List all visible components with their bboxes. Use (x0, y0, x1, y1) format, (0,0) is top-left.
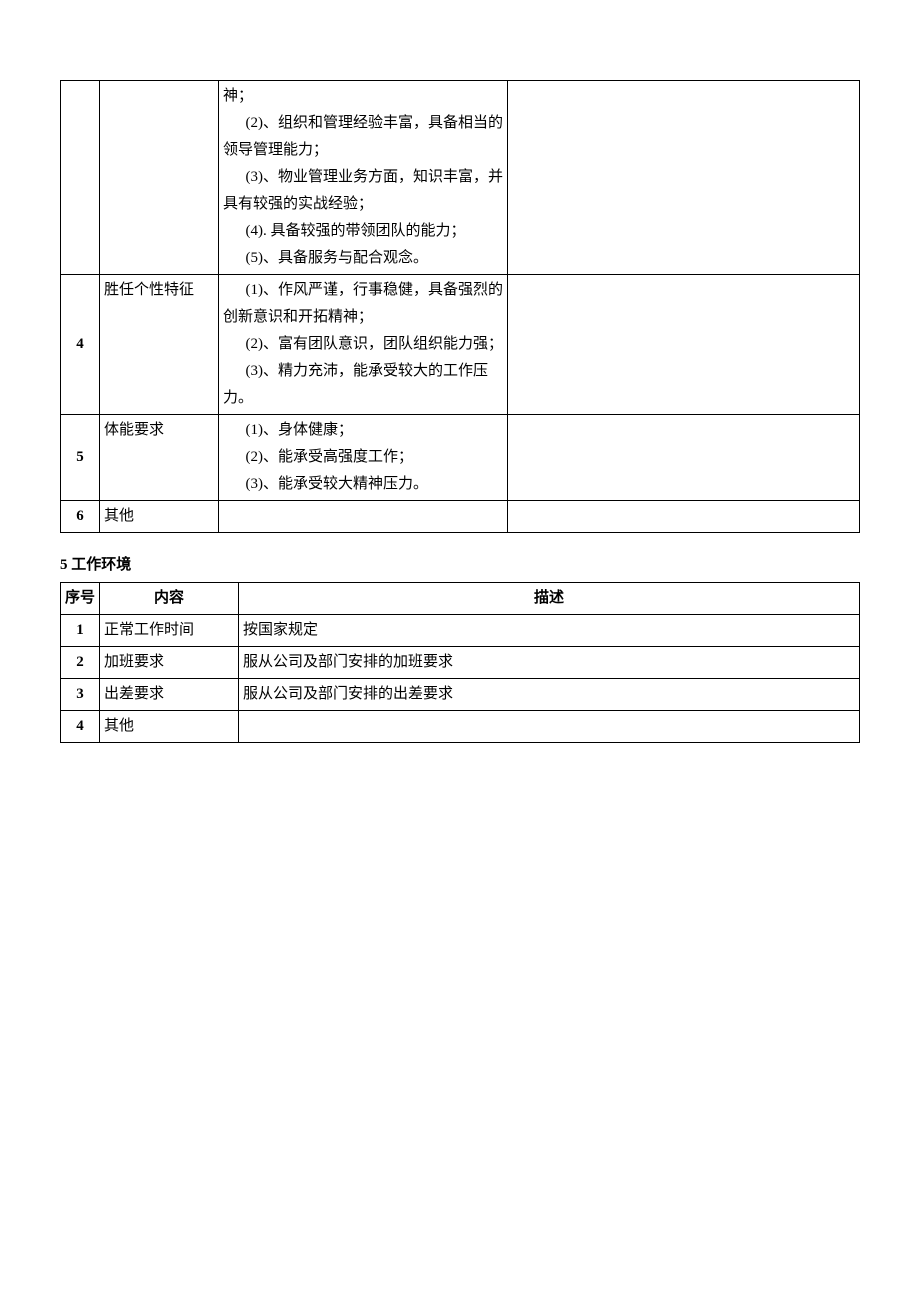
row-category: 胜任个性特征 (100, 275, 219, 415)
row-requirement: 神；(2)、组织和管理经验丰富，具备相当的领导管理能力；(3)、物业管理业务方面… (219, 81, 508, 275)
environment-table: 序号 内容 描述 1 正常工作时间 按国家规定 2 加班要求 服从公司及部门安排… (60, 582, 860, 743)
req-text: (1)、身体健康；(2)、能承受高强度工作；(3)、能承受较大精神压力。 (223, 417, 503, 498)
table-row: 2 加班要求 服从公司及部门安排的加班要求 (61, 647, 860, 679)
table-row: 4 其他 (61, 711, 860, 743)
table-row: 5 体能要求 (1)、身体健康；(2)、能承受高强度工作；(3)、能承受较大精神… (61, 415, 860, 501)
row-category: 体能要求 (100, 415, 219, 501)
row-num (61, 81, 100, 275)
table-row: 4 胜任个性特征 (1)、作风严谨，行事稳健，具备强烈的创新意识和开拓精神；(2… (61, 275, 860, 415)
row-category (100, 81, 219, 275)
header-seq: 序号 (61, 583, 100, 615)
requirements-table: 神；(2)、组织和管理经验丰富，具备相当的领导管理能力；(3)、物业管理业务方面… (60, 80, 860, 533)
table-row: 3 出差要求 服从公司及部门安排的出差要求 (61, 679, 860, 711)
table-row: 神；(2)、组织和管理经验丰富，具备相当的领导管理能力；(3)、物业管理业务方面… (61, 81, 860, 275)
row-num: 3 (61, 679, 100, 711)
row-content: 正常工作时间 (100, 615, 239, 647)
row-category: 其他 (100, 501, 219, 533)
row-num: 4 (61, 711, 100, 743)
row-remark (508, 275, 860, 415)
row-remark (508, 501, 860, 533)
row-desc (239, 711, 860, 743)
row-desc: 服从公司及部门安排的加班要求 (239, 647, 860, 679)
row-num: 1 (61, 615, 100, 647)
row-content: 加班要求 (100, 647, 239, 679)
row-requirement (219, 501, 508, 533)
section-title: 5 工作环境 (60, 553, 860, 574)
row-num: 5 (61, 415, 100, 501)
row-desc: 按国家规定 (239, 615, 860, 647)
row-remark (508, 81, 860, 275)
row-content: 其他 (100, 711, 239, 743)
table-row: 1 正常工作时间 按国家规定 (61, 615, 860, 647)
row-num: 2 (61, 647, 100, 679)
row-desc: 服从公司及部门安排的出差要求 (239, 679, 860, 711)
header-desc: 描述 (239, 583, 860, 615)
row-num: 4 (61, 275, 100, 415)
row-num: 6 (61, 501, 100, 533)
row-remark (508, 415, 860, 501)
req-text: 神；(2)、组织和管理经验丰富，具备相当的领导管理能力；(3)、物业管理业务方面… (223, 83, 503, 272)
row-requirement: (1)、作风严谨，行事稳健，具备强烈的创新意识和开拓精神；(2)、富有团队意识，… (219, 275, 508, 415)
header-content: 内容 (100, 583, 239, 615)
req-text: (1)、作风严谨，行事稳健，具备强烈的创新意识和开拓精神；(2)、富有团队意识，… (223, 277, 503, 412)
row-requirement: (1)、身体健康；(2)、能承受高强度工作；(3)、能承受较大精神压力。 (219, 415, 508, 501)
table-row: 6 其他 (61, 501, 860, 533)
row-content: 出差要求 (100, 679, 239, 711)
table-header-row: 序号 内容 描述 (61, 583, 860, 615)
